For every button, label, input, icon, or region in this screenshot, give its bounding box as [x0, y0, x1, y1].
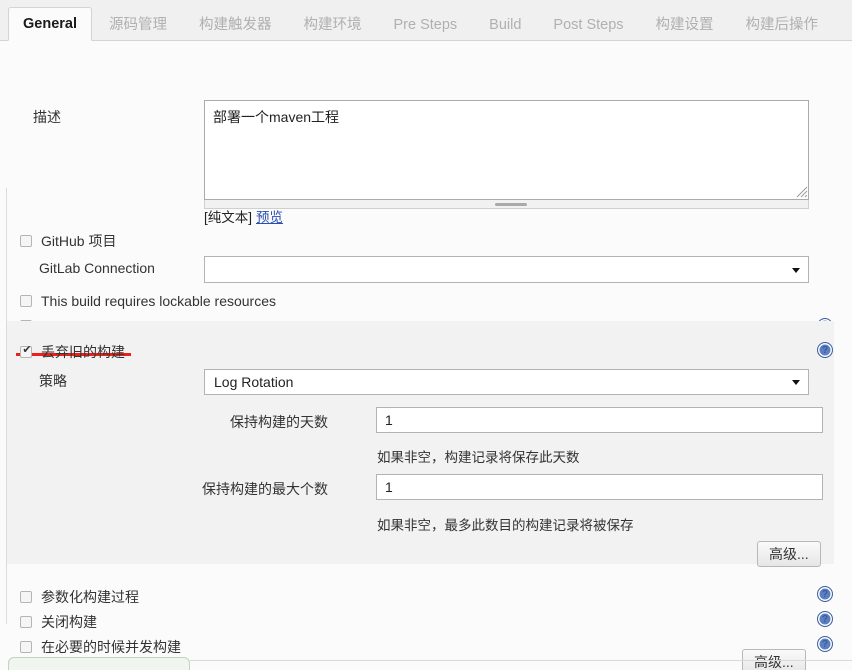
description-textarea[interactable]	[204, 100, 809, 200]
max-builds-to-keep-hint: 如果非空，最多此数目的构建记录将被保存	[377, 518, 634, 533]
lockable-resources-label: This build requires lockable resources	[41, 293, 276, 309]
concurrent-builds-label: 在必要的时候并发构建	[41, 639, 181, 655]
bottom-divider	[190, 660, 852, 661]
checkbox-row-discard-old-builds[interactable]: 丢弃旧的构建	[20, 342, 125, 362]
gitlab-connection-select[interactable]	[204, 256, 809, 283]
checkbox-row-concurrent-builds[interactable]: 在必要的时候并发构建	[20, 637, 181, 657]
tab-list: General 源码管理 构建触发器 构建环境 Pre Steps Build Post S…	[8, 0, 835, 41]
preview-link[interactable]: 预览	[256, 210, 283, 225]
chevron-down-icon	[792, 380, 800, 385]
tab-build[interactable]: Build	[474, 8, 536, 40]
config-tab-bar: General 源码管理 构建触发器 构建环境 Pre Steps Build Post S…	[0, 0, 852, 41]
github-project-label: GitHub 项目	[41, 233, 117, 249]
max-builds-to-keep-input[interactable]	[376, 474, 823, 500]
checkbox-row-lockable-resources[interactable]: This build requires lockable resources	[20, 293, 276, 309]
max-builds-to-keep-label: 保持构建的最大个数	[202, 481, 328, 497]
save-apply-bar[interactable]	[8, 657, 190, 670]
plain-text-label: [纯文本]	[204, 210, 253, 225]
tab-构建环境[interactable]: 构建环境	[289, 8, 377, 40]
help-icon-parameterized-build[interactable]: ?	[817, 586, 833, 602]
parameterized-build-label: 参数化构建过程	[41, 589, 139, 605]
checkbox-row-disable-build[interactable]: 关闭构建	[20, 612, 97, 632]
description-label: 描述	[33, 109, 61, 125]
strategy-label: 策略	[39, 373, 67, 389]
scrollbar-thumb[interactable]	[495, 203, 527, 206]
config-form: 描述 [纯文本]预览 GitHub 项目 GitLab Connection	[0, 41, 852, 670]
jenkins-job-config-page: General 源码管理 构建触发器 构建环境 Pre Steps Build Post S…	[0, 0, 852, 670]
tab-general[interactable]: General	[8, 7, 92, 41]
days-to-keep-input[interactable]	[376, 407, 823, 433]
advanced-button-log-rotation[interactable]: 高级...	[757, 541, 821, 567]
help-icon-discard-old-builds[interactable]: ?	[817, 342, 833, 358]
strategy-value: Log Rotation	[214, 374, 294, 390]
description-horizontal-scrollbar[interactable]	[204, 200, 809, 209]
tab-构建后操作[interactable]: 构建后操作	[731, 8, 834, 40]
tab-post-steps[interactable]: Post Steps	[538, 8, 638, 40]
github-project-checkbox[interactable]	[20, 235, 32, 247]
lockable-resources-checkbox[interactable]	[20, 295, 32, 307]
disable-build-label: 关闭构建	[41, 614, 97, 630]
checkbox-row-github-project[interactable]: GitHub 项目	[20, 231, 116, 251]
tab-源码管理[interactable]: 源码管理	[94, 8, 182, 40]
disable-build-checkbox[interactable]	[20, 616, 32, 628]
tab-构建触发器[interactable]: 构建触发器	[184, 8, 287, 40]
strategy-select[interactable]: Log Rotation	[204, 369, 809, 395]
help-icon-disable-build[interactable]: ?	[817, 611, 833, 627]
chevron-down-icon	[792, 267, 800, 273]
checkbox-row-parameterized-build[interactable]: 参数化构建过程	[20, 587, 139, 607]
discard-old-builds-checkbox[interactable]	[20, 344, 33, 358]
days-to-keep-label: 保持构建的天数	[230, 414, 328, 430]
gitlab-connection-label: GitLab Connection	[39, 260, 155, 276]
help-icon-concurrent-builds[interactable]: ?	[817, 636, 833, 652]
discard-old-builds-label: 丢弃旧的构建	[41, 344, 125, 360]
tab-构建设置[interactable]: 构建设置	[641, 8, 729, 40]
tab-pre-steps[interactable]: Pre Steps	[379, 8, 473, 40]
concurrent-builds-checkbox[interactable]	[20, 641, 32, 653]
days-to-keep-hint: 如果非空，构建记录将保存此天数	[377, 450, 580, 465]
description-format-links: [纯文本] 预览	[204, 206, 283, 226]
parameterized-build-checkbox[interactable]	[20, 591, 32, 603]
